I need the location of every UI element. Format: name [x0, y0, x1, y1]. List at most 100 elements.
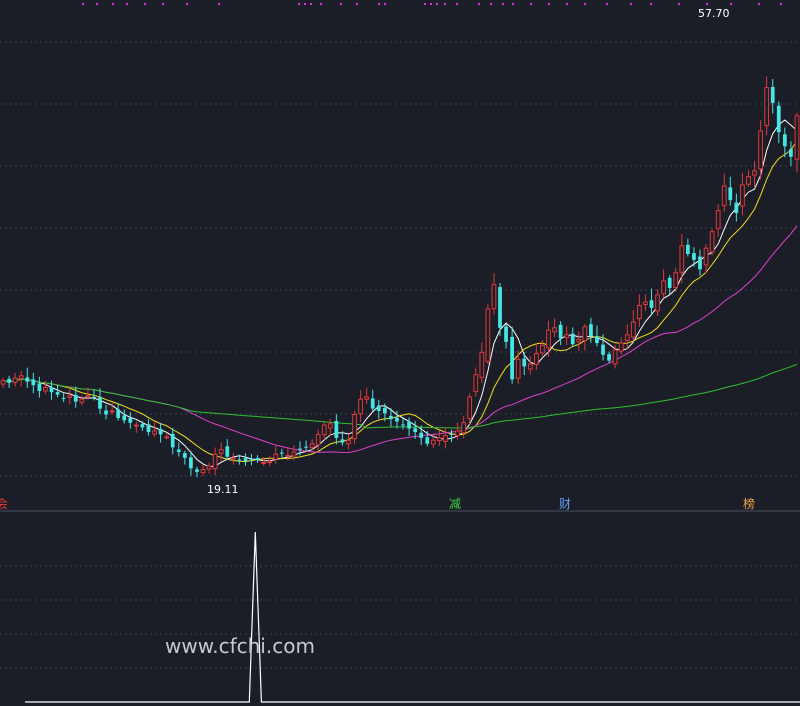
candle — [98, 388, 102, 414]
candle-body — [116, 409, 121, 418]
signal-marker — [384, 3, 386, 5]
candle-body — [407, 421, 411, 429]
candle-body — [449, 433, 454, 435]
candle — [12, 372, 18, 387]
candle-body — [352, 413, 357, 440]
candle — [376, 399, 381, 419]
candle — [721, 173, 727, 212]
candle — [540, 340, 545, 356]
candle-body — [370, 398, 375, 409]
candle-body — [55, 392, 60, 395]
candle-body — [61, 397, 66, 399]
candle-body — [624, 334, 630, 341]
grid-lines — [0, 41, 800, 669]
candle-body — [43, 387, 48, 392]
candle-body — [128, 417, 133, 423]
candle — [776, 101, 781, 144]
signal-marker — [424, 3, 426, 5]
candle-body — [389, 415, 393, 420]
indicator-panel — [25, 531, 800, 703]
candle-body — [618, 342, 624, 352]
signal-marker — [490, 3, 492, 5]
candle — [243, 453, 248, 466]
candle-body — [382, 407, 387, 414]
candle — [734, 193, 739, 222]
candle-body — [570, 333, 575, 345]
candle-body — [212, 453, 218, 470]
candle — [715, 203, 721, 237]
candle-body — [661, 280, 667, 295]
candle — [7, 375, 11, 388]
signal-marker — [310, 3, 312, 5]
candle — [200, 464, 206, 476]
signal-marker — [340, 3, 342, 5]
candle-body — [195, 469, 199, 472]
candle — [618, 337, 624, 355]
candle-body — [564, 334, 570, 339]
candle — [212, 447, 218, 476]
candle — [570, 327, 575, 347]
candle — [595, 325, 599, 347]
candle-body — [461, 422, 467, 434]
candle — [346, 433, 351, 450]
signal-marker — [218, 3, 220, 5]
candle-body — [679, 245, 685, 273]
candle — [437, 430, 442, 446]
candle-body — [170, 433, 175, 448]
candle-body — [455, 430, 460, 437]
candle-body — [249, 458, 254, 460]
signal-marker — [548, 3, 550, 5]
candle-body — [582, 326, 588, 342]
candle — [25, 367, 30, 388]
candle-body — [315, 433, 321, 446]
candle — [55, 385, 60, 398]
candle-body — [703, 247, 709, 266]
candle — [249, 453, 254, 466]
event-label-cut: 会 — [0, 497, 8, 511]
candle-body — [79, 398, 85, 403]
candle-body — [358, 398, 363, 415]
indicator-line — [25, 531, 800, 703]
candle — [522, 352, 527, 375]
candle — [679, 233, 685, 283]
candle — [443, 427, 448, 449]
candle-body — [589, 324, 593, 336]
signal-marker — [356, 3, 358, 5]
kline-chart: 57.70 19.11 会 减 财 榜 www.cfchi.com — [0, 3, 800, 703]
signal-marker — [584, 3, 586, 5]
candle — [189, 451, 193, 476]
candle — [607, 351, 611, 364]
candle — [358, 390, 363, 423]
candle — [146, 419, 151, 436]
candle-body — [237, 459, 242, 461]
signal-marker — [444, 3, 446, 5]
candle-body — [31, 379, 36, 386]
candle-body — [782, 134, 787, 147]
candle-body — [401, 424, 405, 426]
candle — [673, 267, 679, 292]
candle — [473, 367, 479, 397]
candle-body — [728, 187, 733, 201]
candle — [770, 79, 775, 114]
candle — [364, 387, 370, 404]
candle-body — [364, 396, 370, 400]
candle-body — [607, 354, 611, 361]
signal-marker — [186, 3, 188, 5]
signal-marker — [512, 3, 514, 5]
candle-body — [612, 349, 618, 365]
signal-marker — [478, 3, 480, 5]
signal-marker — [606, 3, 608, 5]
candle — [327, 418, 333, 436]
candle — [667, 275, 672, 295]
candle-body — [243, 458, 248, 462]
candle — [315, 429, 321, 451]
candles — [0, 76, 800, 478]
candle — [589, 317, 593, 343]
signal-markers — [82, 3, 782, 5]
candle — [407, 417, 411, 436]
signal-marker — [304, 3, 306, 5]
candle-body — [7, 378, 11, 383]
candle — [533, 342, 539, 370]
signal-marker — [82, 3, 84, 5]
candle-body — [721, 185, 727, 207]
